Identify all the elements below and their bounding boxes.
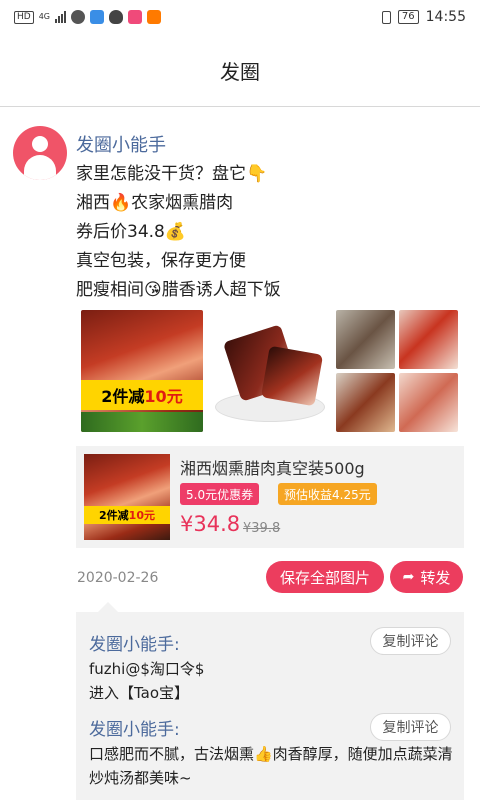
product-title: 湘西烟熏腊肉真空装500g	[180, 459, 365, 478]
comment-author: 发圈小能手:	[89, 720, 180, 740]
comment-text: 口感肥而不腻，古法烟熏👍肉香醇厚，随便加点蔬菜清炒炖汤都美味~	[89, 745, 453, 787]
status-bar: HD 4G 76 14:55	[0, 0, 480, 34]
post-date: 2020-02-26	[77, 570, 159, 586]
product-thumbnail: 2件减 10元	[84, 454, 170, 540]
comment-text: fuzhi@$淘口令$ 进入【Tao宝】	[89, 660, 205, 702]
post-image-1[interactable]: 2件减 10元	[81, 310, 203, 432]
post-text: 家里怎能没干货？盘它👇 湘西🔥农家烟熏腊肉 券后价34.8💰 真空包装，保存更方…	[76, 160, 466, 305]
avatar[interactable]	[13, 126, 67, 180]
battery-icon: 76	[397, 10, 419, 24]
network-type: 4G	[38, 12, 50, 21]
comment-author: 发圈小能手:	[89, 635, 180, 655]
thumbnail-banner: 2件减 10元	[84, 506, 170, 524]
bird-app-icon	[90, 10, 104, 24]
wechat-icon	[71, 10, 85, 24]
page-header: 发圈	[0, 34, 480, 107]
product-price: ¥34.8	[180, 512, 241, 536]
comments-section: 发圈小能手: 复制评论 fuzhi@$淘口令$ 进入【Tao宝】 发圈小能手: …	[76, 602, 464, 800]
post-author[interactable]: 发圈小能手	[76, 131, 166, 157]
product-card[interactable]: 2件减 10元 湘西烟熏腊肉真空装500g 5.0元优惠券 预估收益4.25元 ¥…	[76, 446, 464, 548]
hd-indicator: HD	[14, 10, 34, 24]
post-line: 券后价34.8💰	[76, 222, 187, 242]
image-banner: 2件减 10元	[81, 380, 203, 410]
post-image-6[interactable]	[399, 373, 458, 432]
copy-comment-button[interactable]: 复制评论	[370, 627, 451, 655]
qq-icon	[109, 10, 123, 24]
vibrate-icon	[381, 10, 391, 24]
post-line: 家里怎能没干货？盘它👇	[76, 164, 268, 184]
earnings-badge: 预估收益4.25元	[278, 483, 377, 505]
coupon-badge: 5.0元优惠券	[180, 483, 260, 505]
signal-icon	[55, 11, 66, 23]
share-label: 转发	[420, 568, 451, 587]
copy-comment-button[interactable]: 复制评论	[370, 713, 451, 741]
shopping-app-icon	[128, 10, 142, 24]
post-image-3[interactable]	[336, 310, 395, 369]
post-line: 真空包装，保存更方便	[76, 251, 246, 271]
original-price: ¥39.8	[243, 521, 281, 536]
page-title: 发圈	[220, 59, 260, 84]
post-line: 肥瘦相间😘腊香诱人超下饭	[76, 280, 281, 300]
save-all-images-button[interactable]: 保存全部图片	[266, 561, 384, 593]
share-button[interactable]: ➦ 转发	[390, 561, 463, 593]
clock: 14:55	[425, 9, 466, 25]
post-image-5[interactable]	[336, 373, 395, 432]
taobao-app-icon	[147, 10, 161, 24]
post-image-4[interactable]	[399, 310, 458, 369]
share-icon: ➦	[402, 569, 415, 585]
post-line: 湘西🔥农家烟熏腊肉	[76, 193, 234, 213]
post-image-2[interactable]	[209, 310, 331, 432]
